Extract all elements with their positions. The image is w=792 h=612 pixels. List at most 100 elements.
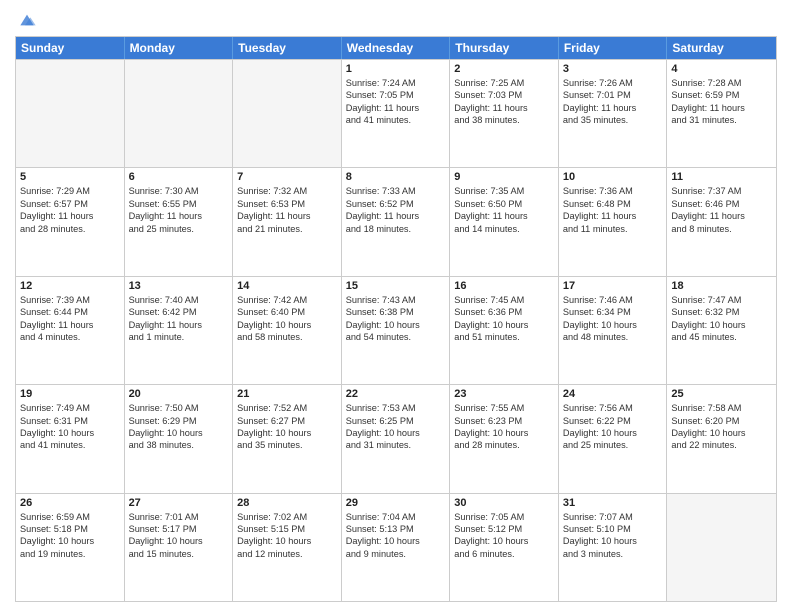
logo-icon	[17, 10, 37, 30]
cell-line: Daylight: 10 hours	[20, 535, 120, 547]
day-number: 23	[454, 388, 554, 400]
cell-line: and 45 minutes.	[671, 331, 772, 343]
day-number: 20	[129, 388, 229, 400]
cell-line: and 8 minutes.	[671, 223, 772, 235]
cal-cell-day-23: 23Sunrise: 7:55 AMSunset: 6:23 PMDayligh…	[450, 385, 559, 492]
cell-line: Sunset: 7:05 PM	[346, 89, 446, 101]
cell-line: Sunrise: 7:24 AM	[346, 77, 446, 89]
day-number: 4	[671, 63, 772, 75]
day-number: 14	[237, 280, 337, 292]
cell-line: Sunset: 5:12 PM	[454, 523, 554, 535]
cal-cell-day-7: 7Sunrise: 7:32 AMSunset: 6:53 PMDaylight…	[233, 168, 342, 275]
day-number: 27	[129, 497, 229, 509]
cal-header-monday: Monday	[125, 37, 234, 59]
cal-row-4: 26Sunrise: 6:59 AMSunset: 5:18 PMDayligh…	[16, 493, 776, 601]
cell-line: Daylight: 11 hours	[129, 210, 229, 222]
cell-line: Sunset: 6:52 PM	[346, 198, 446, 210]
cell-line: Sunset: 6:36 PM	[454, 306, 554, 318]
cal-cell-day-22: 22Sunrise: 7:53 AMSunset: 6:25 PMDayligh…	[342, 385, 451, 492]
cell-line: Sunset: 6:32 PM	[671, 306, 772, 318]
cell-line: Daylight: 10 hours	[671, 427, 772, 439]
cell-line: Daylight: 10 hours	[454, 319, 554, 331]
cell-line: Sunrise: 7:35 AM	[454, 185, 554, 197]
cell-line: Daylight: 11 hours	[563, 102, 663, 114]
cal-header-saturday: Saturday	[667, 37, 776, 59]
cell-line: and 58 minutes.	[237, 331, 337, 343]
cell-line: Sunrise: 7:52 AM	[237, 402, 337, 414]
cell-line: Sunset: 6:48 PM	[563, 198, 663, 210]
cell-line: Daylight: 10 hours	[237, 319, 337, 331]
cal-row-2: 12Sunrise: 7:39 AMSunset: 6:44 PMDayligh…	[16, 276, 776, 384]
cal-cell-day-29: 29Sunrise: 7:04 AMSunset: 5:13 PMDayligh…	[342, 494, 451, 601]
day-number: 21	[237, 388, 337, 400]
cell-line: Sunset: 6:22 PM	[563, 415, 663, 427]
cell-line: Sunset: 6:57 PM	[20, 198, 120, 210]
cell-line: Sunrise: 7:04 AM	[346, 511, 446, 523]
cell-line: and 35 minutes.	[237, 439, 337, 451]
day-number: 11	[671, 171, 772, 183]
cell-line: and 28 minutes.	[454, 439, 554, 451]
cell-line: Sunset: 5:17 PM	[129, 523, 229, 535]
cal-cell-day-5: 5Sunrise: 7:29 AMSunset: 6:57 PMDaylight…	[16, 168, 125, 275]
cell-line: and 21 minutes.	[237, 223, 337, 235]
day-number: 31	[563, 497, 663, 509]
cell-line: Daylight: 10 hours	[671, 319, 772, 331]
day-number: 17	[563, 280, 663, 292]
cell-line: Daylight: 11 hours	[563, 210, 663, 222]
cal-cell-empty	[233, 60, 342, 167]
cell-line: Daylight: 10 hours	[563, 535, 663, 547]
cal-cell-day-31: 31Sunrise: 7:07 AMSunset: 5:10 PMDayligh…	[559, 494, 668, 601]
cal-cell-day-27: 27Sunrise: 7:01 AMSunset: 5:17 PMDayligh…	[125, 494, 234, 601]
cell-line: Daylight: 10 hours	[20, 427, 120, 439]
day-number: 6	[129, 171, 229, 183]
cell-line: Sunset: 6:40 PM	[237, 306, 337, 318]
cal-cell-day-15: 15Sunrise: 7:43 AMSunset: 6:38 PMDayligh…	[342, 277, 451, 384]
cell-line: and 3 minutes.	[563, 548, 663, 560]
cell-line: Sunset: 6:44 PM	[20, 306, 120, 318]
calendar: SundayMondayTuesdayWednesdayThursdayFrid…	[15, 36, 777, 602]
cell-line: Sunrise: 7:01 AM	[129, 511, 229, 523]
cell-line: Sunrise: 7:42 AM	[237, 294, 337, 306]
cal-cell-day-2: 2Sunrise: 7:25 AMSunset: 7:03 PMDaylight…	[450, 60, 559, 167]
day-number: 25	[671, 388, 772, 400]
day-number: 30	[454, 497, 554, 509]
cell-line: Sunrise: 7:55 AM	[454, 402, 554, 414]
cell-line: Sunrise: 7:33 AM	[346, 185, 446, 197]
cal-row-0: 1Sunrise: 7:24 AMSunset: 7:05 PMDaylight…	[16, 59, 776, 167]
cell-line: Sunset: 7:01 PM	[563, 89, 663, 101]
cell-line: Sunset: 7:03 PM	[454, 89, 554, 101]
cal-cell-day-1: 1Sunrise: 7:24 AMSunset: 7:05 PMDaylight…	[342, 60, 451, 167]
cal-row-1: 5Sunrise: 7:29 AMSunset: 6:57 PMDaylight…	[16, 167, 776, 275]
day-number: 22	[346, 388, 446, 400]
cal-cell-day-30: 30Sunrise: 7:05 AMSunset: 5:12 PMDayligh…	[450, 494, 559, 601]
cal-cell-day-28: 28Sunrise: 7:02 AMSunset: 5:15 PMDayligh…	[233, 494, 342, 601]
day-number: 26	[20, 497, 120, 509]
page: SundayMondayTuesdayWednesdayThursdayFrid…	[0, 0, 792, 612]
cell-line: Sunset: 6:50 PM	[454, 198, 554, 210]
cell-line: Sunrise: 7:47 AM	[671, 294, 772, 306]
day-number: 3	[563, 63, 663, 75]
cell-line: and 54 minutes.	[346, 331, 446, 343]
cell-line: Sunset: 6:46 PM	[671, 198, 772, 210]
cal-cell-empty	[125, 60, 234, 167]
cell-line: Daylight: 11 hours	[454, 102, 554, 114]
cell-line: and 1 minute.	[129, 331, 229, 343]
cal-header-tuesday: Tuesday	[233, 37, 342, 59]
cell-line: and 51 minutes.	[454, 331, 554, 343]
day-number: 8	[346, 171, 446, 183]
cal-cell-day-18: 18Sunrise: 7:47 AMSunset: 6:32 PMDayligh…	[667, 277, 776, 384]
calendar-header-row: SundayMondayTuesdayWednesdayThursdayFrid…	[16, 37, 776, 59]
cal-header-wednesday: Wednesday	[342, 37, 451, 59]
cell-line: Sunrise: 7:30 AM	[129, 185, 229, 197]
cal-cell-day-10: 10Sunrise: 7:36 AMSunset: 6:48 PMDayligh…	[559, 168, 668, 275]
day-number: 19	[20, 388, 120, 400]
cal-cell-day-16: 16Sunrise: 7:45 AMSunset: 6:36 PMDayligh…	[450, 277, 559, 384]
cal-cell-day-21: 21Sunrise: 7:52 AMSunset: 6:27 PMDayligh…	[233, 385, 342, 492]
cell-line: Daylight: 11 hours	[129, 319, 229, 331]
cell-line: Daylight: 11 hours	[237, 210, 337, 222]
cell-line: Sunrise: 7:50 AM	[129, 402, 229, 414]
cell-line: and 48 minutes.	[563, 331, 663, 343]
cell-line: Sunrise: 6:59 AM	[20, 511, 120, 523]
cell-line: Daylight: 10 hours	[454, 427, 554, 439]
cell-line: and 11 minutes.	[563, 223, 663, 235]
